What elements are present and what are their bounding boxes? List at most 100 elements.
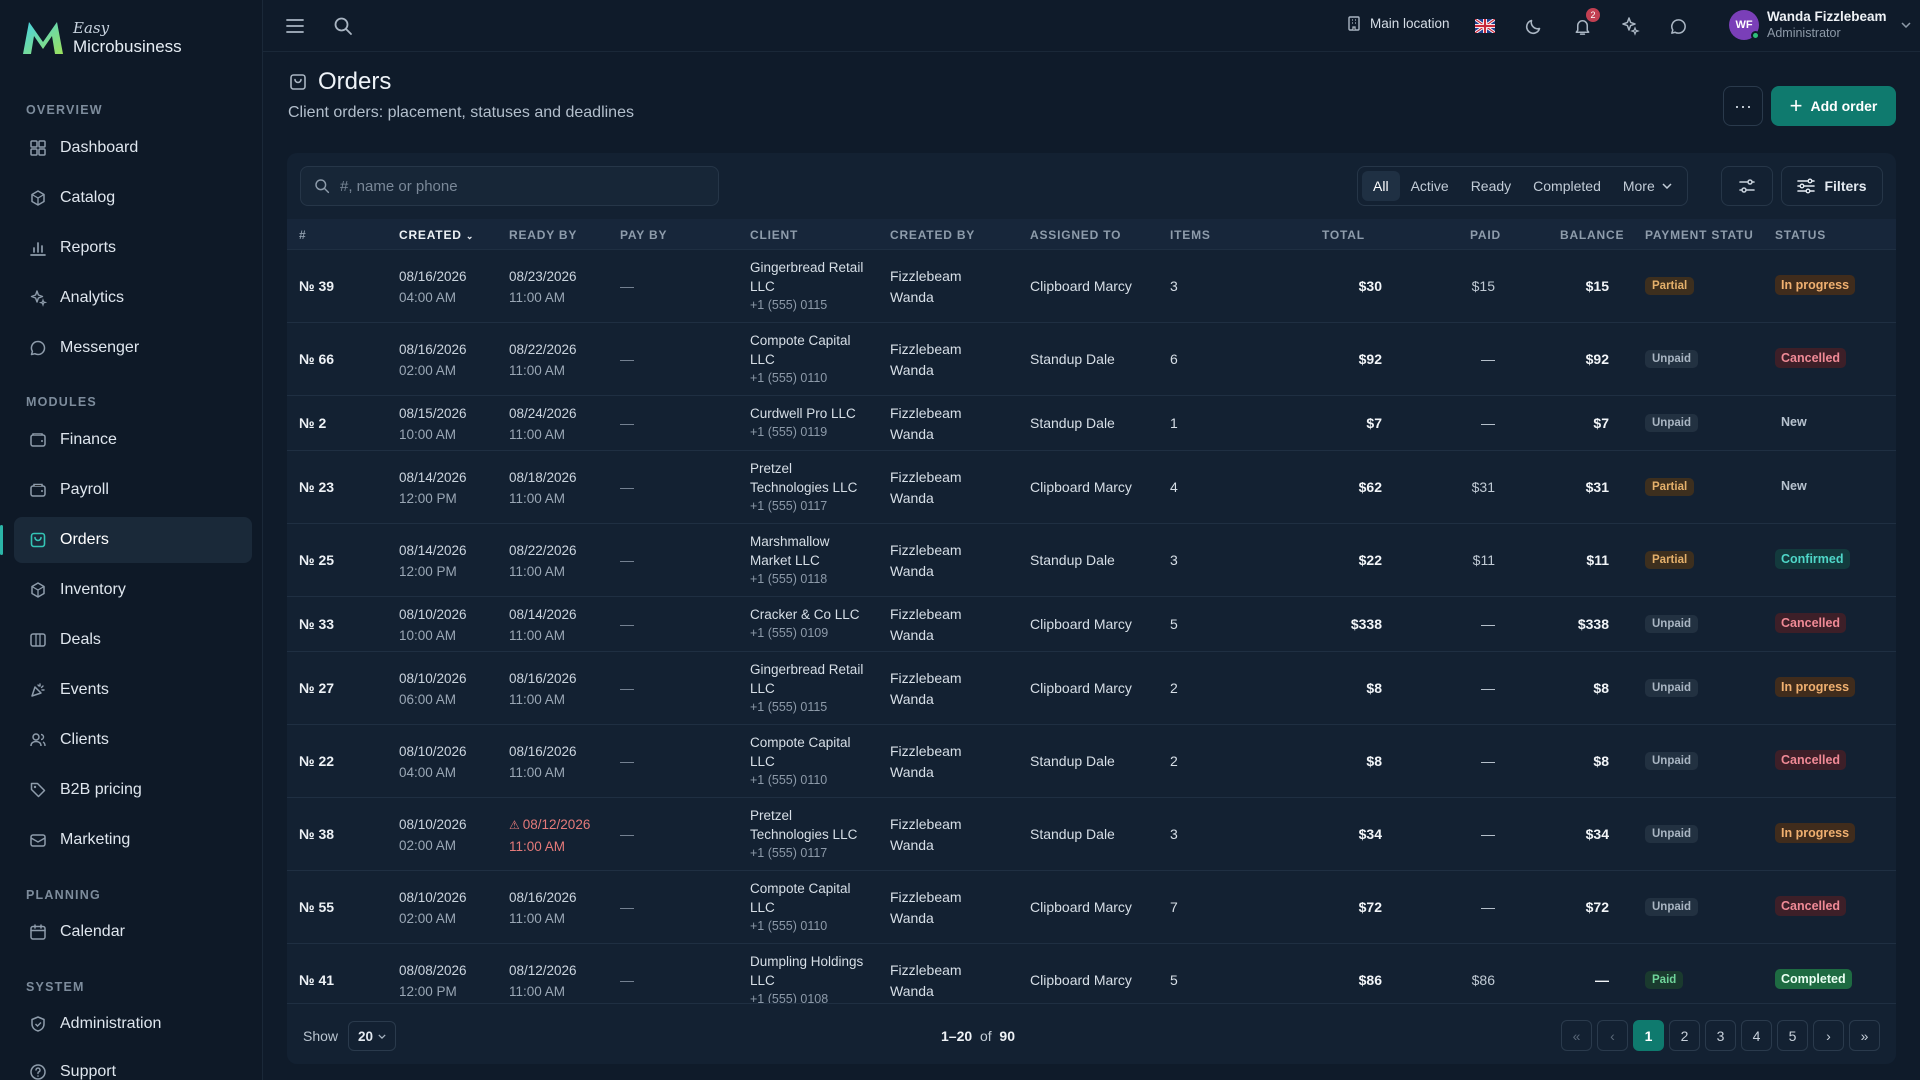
add-order-button[interactable]: + Add order xyxy=(1771,86,1896,126)
search-box[interactable] xyxy=(300,166,719,206)
status-badge[interactable]: In progress xyxy=(1775,822,1856,843)
order-number[interactable]: № 66 xyxy=(299,351,334,367)
col-payment-status[interactable]: PAYMENT STATU xyxy=(1645,228,1754,242)
col-client[interactable]: CLIENT xyxy=(750,228,798,242)
order-number[interactable]: № 41 xyxy=(299,972,334,988)
table-row[interactable]: № 38 08/10/2026 02:00 AM ⚠ 08/12/2026 11:00 A… xyxy=(287,798,1896,871)
client-cell[interactable]: Pretzel Technologies LLC +1 (555) 0117 xyxy=(750,806,857,863)
client-cell[interactable]: Gingerbread Retail LLC +1 (555) 0115 xyxy=(750,258,863,315)
sidebar-item-administration[interactable]: Administration xyxy=(14,1001,252,1047)
sidebar-item-finance[interactable]: Finance xyxy=(14,417,252,463)
status-badge[interactable]: Cancelled xyxy=(1775,347,1847,368)
order-number[interactable]: № 38 xyxy=(299,826,334,842)
sidebar-item-orders[interactable]: Orders xyxy=(0,517,252,563)
col-created[interactable]: CREATED ⌄ xyxy=(399,228,474,242)
col-ready-by[interactable]: READY BY xyxy=(509,228,577,242)
order-number[interactable]: № 2 xyxy=(299,415,326,431)
status-badge[interactable]: New xyxy=(1775,476,1813,496)
col-balance[interactable]: BALANCE xyxy=(1560,228,1624,242)
search-icon[interactable] xyxy=(331,14,355,38)
order-number[interactable]: № 22 xyxy=(299,753,334,769)
user-menu[interactable]: WF Wanda Fizzlebeam Administrator xyxy=(1729,9,1911,42)
sidebar-item-payroll[interactable]: Payroll xyxy=(14,467,252,513)
uk-flag-icon[interactable] xyxy=(1473,14,1497,38)
client-cell[interactable]: Gingerbread Retail LLC +1 (555) 0115 xyxy=(750,660,863,717)
sidebar-item-dashboard[interactable]: Dashboard xyxy=(14,125,252,171)
sidebar-item-marketing[interactable]: Marketing xyxy=(14,817,252,863)
status-badge[interactable]: In progress xyxy=(1775,676,1856,697)
client-cell[interactable]: Curdwell Pro LLC +1 (555) 0119 xyxy=(750,404,856,442)
tab-completed[interactable]: Completed xyxy=(1522,171,1612,201)
sidebar-item-events[interactable]: Events xyxy=(14,667,252,713)
tab-more[interactable]: More xyxy=(1612,171,1683,201)
client-cell[interactable]: Dumpling Holdings LLC +1 (555) 0108 xyxy=(750,952,863,1009)
order-number[interactable]: № 55 xyxy=(299,899,334,915)
table-row[interactable]: № 2 08/15/2026 10:00 AM 08/24/2026 11:00 AM —… xyxy=(287,396,1896,451)
page-button-5[interactable]: 5 xyxy=(1777,1020,1808,1051)
client-cell[interactable]: Compote Capital LLC +1 (555) 0110 xyxy=(750,733,851,790)
col-number[interactable]: # xyxy=(299,228,306,242)
last-page-icon[interactable]: » xyxy=(1849,1020,1880,1051)
page-size-select[interactable]: 20 xyxy=(348,1021,397,1051)
more-actions-button[interactable]: ··· xyxy=(1723,86,1763,126)
location-selector[interactable]: Main location xyxy=(1346,15,1450,31)
prev-page-icon[interactable]: ‹ xyxy=(1597,1020,1628,1051)
col-created-by[interactable]: CREATED BY xyxy=(890,228,975,242)
col-total[interactable]: TOTAL xyxy=(1322,228,1365,242)
page-button-3[interactable]: 3 xyxy=(1705,1020,1736,1051)
col-paid[interactable]: PAID xyxy=(1470,228,1501,242)
sidebar-item-reports[interactable]: Reports xyxy=(14,225,252,271)
status-badge[interactable]: Completed xyxy=(1775,968,1852,989)
status-badge[interactable]: Cancelled xyxy=(1775,895,1847,916)
sidebar-item-inventory[interactable]: Inventory xyxy=(14,567,252,613)
column-settings-button[interactable] xyxy=(1721,166,1773,206)
page-button-2[interactable]: 2 xyxy=(1669,1020,1700,1051)
status-badge[interactable]: In progress xyxy=(1775,274,1856,295)
col-pay-by[interactable]: PAY BY xyxy=(620,228,667,242)
order-number[interactable]: № 39 xyxy=(299,278,334,294)
client-cell[interactable]: Pretzel Technologies LLC +1 (555) 0117 xyxy=(750,459,857,516)
table-row[interactable]: № 23 08/14/2026 12:00 PM 08/18/2026 11:00 AM… xyxy=(287,451,1896,524)
next-page-icon[interactable]: › xyxy=(1813,1020,1844,1051)
status-badge[interactable]: Confirmed xyxy=(1775,548,1850,569)
col-items[interactable]: ITEMS xyxy=(1170,228,1211,242)
bell-icon[interactable]: 2 xyxy=(1570,8,1600,38)
sidebar-item-analytics[interactable]: Analytics xyxy=(14,275,252,321)
page-button-1[interactable]: 1 xyxy=(1633,1020,1664,1051)
sidebar-item-deals[interactable]: Deals xyxy=(14,617,252,663)
order-number[interactable]: № 25 xyxy=(299,552,334,568)
page-button-4[interactable]: 4 xyxy=(1741,1020,1772,1051)
status-badge[interactable]: New xyxy=(1775,412,1813,432)
moon-icon[interactable] xyxy=(1522,14,1546,38)
menu-icon[interactable] xyxy=(283,14,307,38)
sidebar-item-messenger[interactable]: Messenger xyxy=(14,325,252,371)
client-cell[interactable]: Compote Capital LLC +1 (555) 0110 xyxy=(750,331,851,388)
sidebar-item-support[interactable]: Support xyxy=(14,1049,252,1080)
first-page-icon[interactable]: « xyxy=(1561,1020,1592,1051)
col-assigned-to[interactable]: ASSIGNED TO xyxy=(1030,228,1121,242)
order-number[interactable]: № 27 xyxy=(299,680,334,696)
client-cell[interactable]: Compote Capital LLC +1 (555) 0110 xyxy=(750,879,851,936)
sidebar-item-calendar[interactable]: Calendar xyxy=(14,909,252,955)
col-status[interactable]: STATUS xyxy=(1775,228,1826,242)
table-row[interactable]: № 66 08/16/2026 02:00 AM 08/22/2026 11:00 AM… xyxy=(287,323,1896,396)
order-number[interactable]: № 33 xyxy=(299,616,334,632)
table-row[interactable]: № 25 08/14/2026 12:00 PM 08/22/2026 11:00 AM… xyxy=(287,524,1896,597)
table-row[interactable]: № 27 08/10/2026 06:00 AM 08/16/2026 11:00 AM… xyxy=(287,652,1896,725)
order-number[interactable]: № 23 xyxy=(299,479,334,495)
chat-icon[interactable] xyxy=(1666,14,1690,38)
table-row[interactable]: № 55 08/10/2026 02:00 AM 08/16/2026 11:00 AM… xyxy=(287,871,1896,944)
table-row[interactable]: № 39 08/16/2026 04:00 AM 08/23/2026 11:00 AM… xyxy=(287,250,1896,323)
sparkle-icon[interactable] xyxy=(1618,14,1642,38)
status-badge[interactable]: Cancelled xyxy=(1775,612,1847,633)
table-row[interactable]: № 33 08/10/2026 10:00 AM 08/14/2026 11:00 AM… xyxy=(287,597,1896,652)
tab-active[interactable]: Active xyxy=(1400,171,1460,201)
search-input[interactable] xyxy=(340,177,700,195)
tab-all[interactable]: All xyxy=(1362,171,1400,201)
sidebar-item-catalog[interactable]: Catalog xyxy=(14,175,252,221)
filters-button[interactable]: Filters xyxy=(1781,166,1883,206)
status-badge[interactable]: Cancelled xyxy=(1775,749,1847,770)
sidebar-item-b2b-pricing[interactable]: B2B pricing xyxy=(14,767,252,813)
client-cell[interactable]: Cracker & Co LLC +1 (555) 0109 xyxy=(750,605,860,643)
tab-ready[interactable]: Ready xyxy=(1460,171,1522,201)
